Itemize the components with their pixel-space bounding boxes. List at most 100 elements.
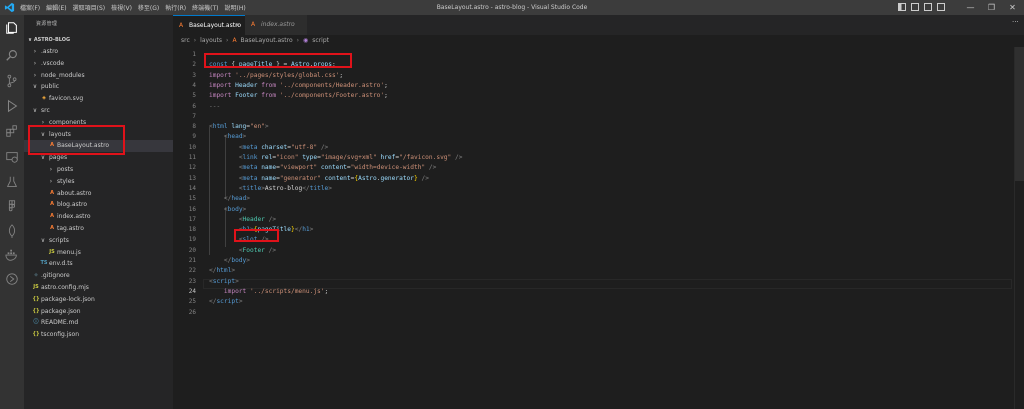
figma-icon[interactable] [5,199,19,213]
tree-item-label: public [41,83,60,91]
code-line[interactable]: <meta charset="utf-8" /> [209,144,328,151]
remote-explorer-icon[interactable] [5,150,19,164]
workspace-root[interactable]: ∨ ASTRO-BLOG [28,37,70,43]
close-tab-icon[interactable]: × [235,16,240,36]
timeline-icon[interactable] [5,272,19,286]
explorer-icon[interactable] [5,21,19,35]
js-file-icon: JS [33,283,39,290]
astro-file-icon: A [50,201,54,208]
code-line[interactable]: <meta name="viewport" content="width=dev… [209,164,437,171]
code-line[interactable]: <meta name="generator" content={Astro.ge… [209,175,429,182]
code-token: script [212,277,236,285]
code-line[interactable]: --- [209,103,220,110]
close-icon[interactable]: ✕ [1002,0,1023,15]
chevron-right-icon: › [193,37,197,44]
restore-icon[interactable]: ❐ [981,0,1002,15]
file-item[interactable]: ◆ .gitignore [24,270,173,282]
menu-item[interactable]: 編輯(E) [46,3,66,12]
code-token: name [261,174,277,182]
minimize-icon[interactable]: — [960,0,981,15]
more-actions-icon[interactable]: ··· [1012,18,1019,26]
code-line[interactable]: import Footer from '../components/Footer… [209,92,388,99]
file-item[interactable]: {} tsconfig.json [24,329,173,341]
menu-item[interactable]: 移至(G) [138,3,159,12]
line-number: 21 [188,257,196,264]
source-control-icon[interactable] [5,74,19,88]
folder-item[interactable]: › styles [24,176,173,188]
breadcrumb-src[interactable]: src [181,36,190,46]
file-item[interactable]: Ablog.astro [24,199,173,211]
layout-controls [898,3,945,11]
activity-bar [0,15,24,409]
folder-item[interactable]: › .vscode [24,58,173,70]
code-editor[interactable]: 1 --- 2 const { pageTitle } = Astro.props; 3… [173,47,1024,409]
file-item[interactable]: Aabout.astro [24,188,173,200]
file-item[interactable]: ◈ favicon.svg [24,93,173,105]
menu-item[interactable]: 檔案(F) [20,3,40,12]
code-line[interactable]: <head> [209,133,246,140]
file-item[interactable]: {} package-lock.json [24,294,173,306]
code-token: meta [242,174,258,182]
toggle-secondary-sidebar-icon[interactable] [924,3,932,11]
mongodb-icon[interactable] [5,224,19,238]
menu-item[interactable]: 終端機(T) [192,3,218,12]
customize-layout-icon[interactable] [937,3,945,11]
code-line[interactable]: </body> [209,257,250,264]
file-item[interactable]: Atag.astro [24,223,173,235]
folder-item[interactable]: ∨ src [24,105,173,117]
code-token: > [264,123,269,131]
code-line[interactable]: </html> [209,267,235,274]
tab-label: index.astro [261,21,295,28]
extensions-icon[interactable] [5,124,19,138]
line-number: 14 [188,184,196,192]
run-debug-icon[interactable] [5,99,19,113]
breadcrumb-layouts[interactable]: layouts [200,36,222,46]
file-item[interactable]: Aindex.astro [24,211,173,223]
folder-item[interactable]: ∨ scripts [24,235,173,247]
line-number: 10 [188,143,196,151]
search-icon[interactable] [5,48,19,62]
docker-icon[interactable] [5,248,19,262]
code-line[interactable]: import '../pages/styles/global.css'; [209,72,343,79]
breadcrumb-script[interactable]: script [312,36,329,46]
file-item[interactable]: ⓘ README.md [24,317,173,329]
code-line[interactable]: <link rel="icon" type="image/svg+xml" hr… [209,154,463,161]
file-item[interactable]: {} package.json [24,306,173,318]
testing-icon[interactable] [5,175,19,189]
tab-baselayout[interactable]: A BaseLayout.astro × [173,15,245,35]
code-line[interactable]: import '../scripts/menu.js'; [209,288,328,295]
code-line[interactable]: </script> [209,298,243,305]
code-line[interactable]: <html lang="en"> [209,123,269,130]
folder-item[interactable]: ∨ public [24,81,173,93]
scrollbar-thumb[interactable] [1015,47,1024,181]
code-line[interactable]: <script> [209,278,239,285]
toggle-panel-icon[interactable] [911,3,919,11]
code-line[interactable]: </head> [209,195,250,202]
code-line[interactable]: <Header /> [209,216,276,223]
code-line[interactable]: <body> [209,206,246,213]
file-item[interactable]: TS env.d.ts [24,258,173,270]
code-token: Header [242,215,265,223]
code-token: h1 [302,226,310,234]
tree-item-label: node_modules [41,71,85,79]
breadcrumb-file[interactable]: BaseLayout.astro [241,36,293,46]
folder-item[interactable]: › node_modules [24,70,173,82]
code-line[interactable]: <title>Astro-blog</title> [209,185,332,192]
code-line[interactable]: import Header from '../components/Header… [209,82,388,89]
file-item[interactable]: JS menu.js [24,247,173,259]
file-item[interactable]: JS astro.config.mjs [24,282,173,294]
highlight-box-layouts [28,125,125,155]
code-line[interactable]: <Footer /> [209,247,276,254]
toggle-sidebar-icon[interactable] [898,3,906,11]
folder-item[interactable]: › posts [24,164,173,176]
menu-item[interactable]: 執行(R) [165,3,186,12]
tab-index[interactable]: A index.astro [245,15,307,35]
line-number: 7 [192,112,196,120]
menu-item[interactable]: 說明(H) [224,3,245,12]
menu-item[interactable]: 檢視(V) [111,3,132,12]
tree-item-label: styles [57,177,75,185]
folder-item[interactable]: › .astro [24,46,173,58]
menu-item[interactable]: 選取項目(S) [73,3,106,12]
